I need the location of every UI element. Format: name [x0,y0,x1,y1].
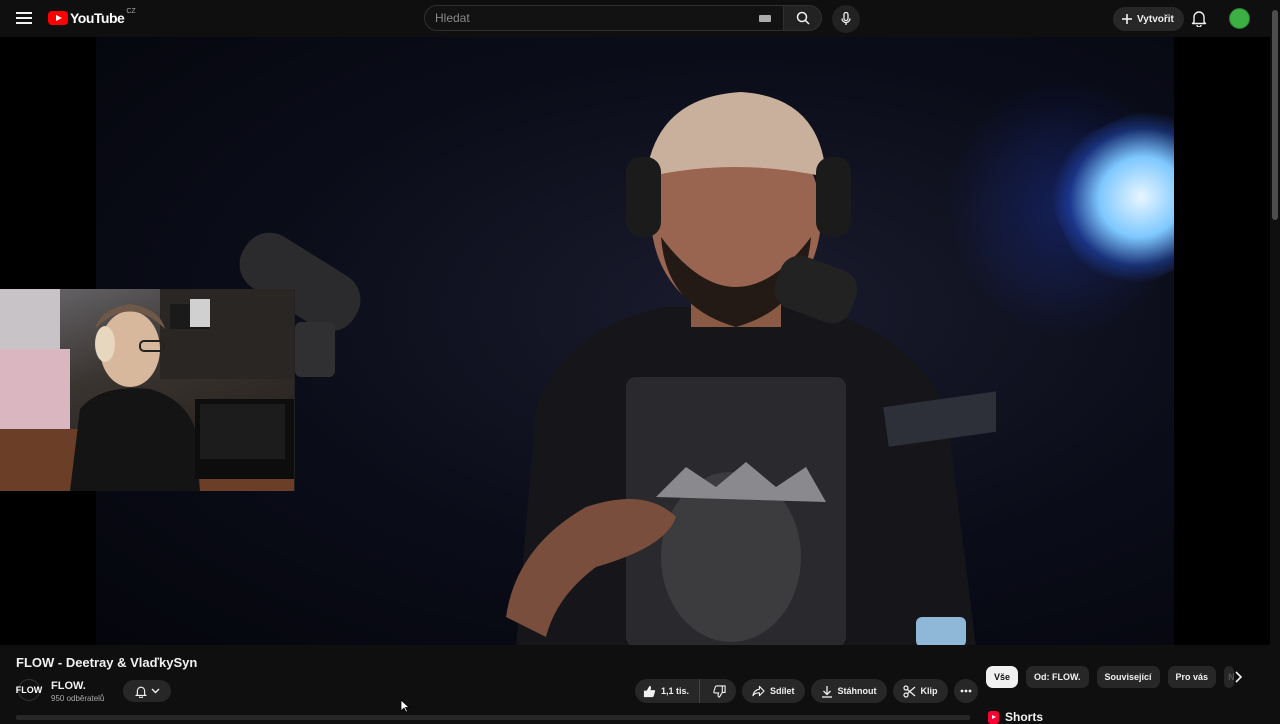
masthead: YouTube CZ Vytvořit [0,0,1280,37]
share-icon [752,685,765,697]
logo-text: YouTube [70,10,125,26]
thumbs-up-icon [643,685,656,697]
account-avatar[interactable] [1229,8,1250,29]
description-box-edge [16,715,970,720]
more-horizontal-icon [960,689,971,693]
menu-icon[interactable] [16,12,32,24]
chip-related[interactable]: Související [1096,666,1160,688]
create-button[interactable]: Vytvořit [1113,7,1184,31]
scissors-icon [902,684,915,698]
channel-name[interactable]: FLOW. [51,680,86,692]
video-title: FLOW - Deetray & VlaďkySyn [16,655,198,670]
notifications-button[interactable] [1191,9,1207,32]
chip-from-channel[interactable]: Od: FLOW. [1026,666,1089,688]
chip-all[interactable]: Vše [986,666,1019,688]
download-button[interactable]: Stáhnout [810,679,887,703]
clip-button[interactable]: Klip [892,679,948,703]
voice-search-button[interactable] [832,5,860,33]
share-button[interactable]: Sdílet [742,679,805,703]
youtube-logo[interactable]: YouTube CZ [48,7,136,26]
country-code: CZ [126,7,136,15]
like-dislike-group: 1,1 tis. [635,679,737,703]
subscription-bell-button[interactable] [123,680,171,702]
share-label: Sdílet [770,686,795,696]
video-actions: 1,1 tis. Sdílet Stáhnout Klip [635,679,978,703]
video-player[interactable] [0,37,1270,645]
page-scrollbar[interactable] [1270,0,1280,720]
search-button[interactable] [784,5,822,31]
subscriber-count: 950 odběratelů [51,694,105,703]
chevron-right-icon [1235,671,1243,683]
thumbs-down-icon [713,684,726,698]
chevron-down-icon [151,688,159,694]
chips-next-button[interactable] [1230,669,1246,690]
search-input[interactable] [435,11,745,25]
like-count: 1,1 tis. [661,686,690,696]
download-icon [821,685,832,698]
bell-icon [1191,11,1207,28]
create-label: Vytvořit [1137,13,1174,25]
plus-icon [1122,14,1132,24]
dislike-button[interactable] [705,679,736,703]
mouse-cursor-icon [400,699,410,713]
microphone-icon [841,12,851,25]
scrollbar-thumb[interactable] [1272,10,1278,220]
video-info-section: FLOW - Deetray & VlaďkySyn FLOW FLOW. 95… [0,645,1270,724]
download-label: Stáhnout [837,686,877,696]
related-filter-chips: Vše Od: FLOW. Související Pro vás N [986,666,1235,688]
shorts-shelf-header: Shorts [988,710,1043,724]
chip-for-you[interactable]: Pro vás [1167,666,1217,688]
like-button[interactable]: 1,1 tis. [635,679,701,703]
streamer-webcam-image [0,289,294,491]
youtube-play-icon [48,11,68,25]
performer-silhouette [506,92,996,645]
bell-icon [134,686,147,698]
shorts-icon [988,710,999,724]
more-actions-button[interactable] [953,679,978,703]
keyboard-icon[interactable] [759,15,771,22]
shorts-label: Shorts [1005,710,1044,724]
channel-avatar[interactable]: FLOW [16,679,42,701]
clip-label: Klip [920,686,938,696]
search-icon [796,11,810,25]
search-box [424,5,784,31]
streamer-webcam-overlay [0,289,295,491]
